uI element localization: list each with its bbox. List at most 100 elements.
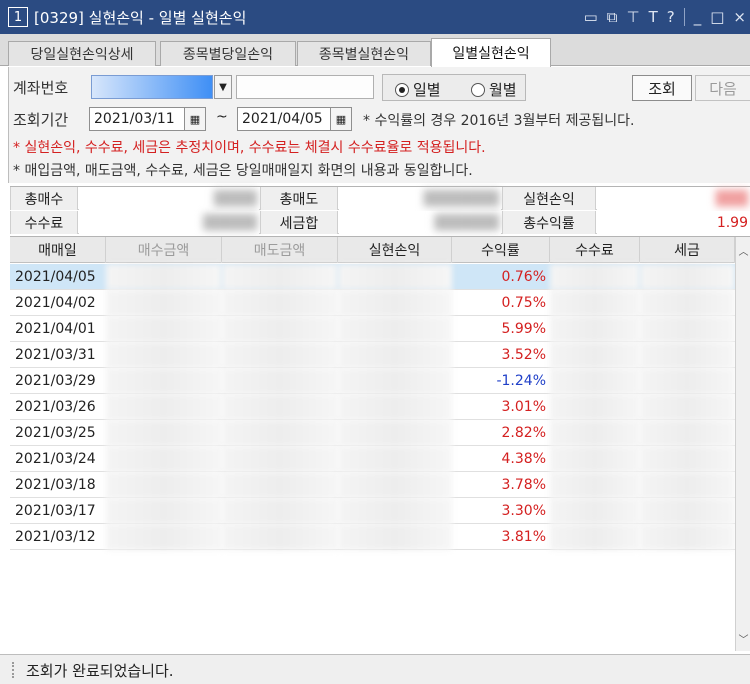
chevron-down-icon: ▼	[219, 81, 227, 93]
tax-cell	[640, 342, 735, 368]
account-dropdown-button[interactable]: ▼	[214, 75, 232, 99]
table-row[interactable]: 2021/03/25 2.82%	[10, 420, 735, 446]
account-label: 계좌번호	[13, 79, 69, 97]
vertical-scrollbar[interactable]: ︿ ﹀	[735, 237, 750, 651]
col-trade-date[interactable]: 매매일	[10, 237, 106, 263]
sell-amount-cell	[222, 394, 338, 420]
tax-cell	[640, 264, 735, 290]
window-title: [0329] 실현손익 - 일별 실현손익	[34, 8, 247, 27]
tile-icon[interactable]: ⧉	[607, 8, 618, 26]
daily-pnl-table[interactable]: 매매일 매수금액 매도금액 실현손익 수익률 수수료 세금 2021/04/05…	[10, 236, 750, 651]
fee-cell	[550, 524, 640, 550]
return-rate-cell: 5.99%	[501, 321, 546, 337]
scroll-up-icon[interactable]: ︿	[736, 241, 750, 259]
table-row[interactable]: 2021/04/05 0.76%	[10, 264, 735, 290]
trade-date-cell: 2021/04/05	[15, 269, 96, 285]
table-row[interactable]: 2021/03/24 4.38%	[10, 446, 735, 472]
table-row[interactable]: 2021/03/31 3.52%	[10, 342, 735, 368]
status-message: 조회가 완료되었습니다.	[26, 662, 174, 680]
minimize-icon[interactable]: _	[694, 8, 702, 26]
trade-date-cell: 2021/03/24	[15, 451, 96, 467]
table-row[interactable]: 2021/03/18 3.78%	[10, 472, 735, 498]
table-row[interactable]: 2021/03/26 3.01%	[10, 394, 735, 420]
table-row[interactable]: 2021/03/29 -1.24%	[10, 368, 735, 394]
radio-daily[interactable]: 일별	[395, 79, 441, 100]
realized-pnl-value: ███	[597, 187, 750, 210]
fee-label: 수수료	[10, 211, 78, 234]
summary-panel: 총매수 ████ 총매도 ███████ 실현손익 ███ 수수료 █████ …	[10, 186, 750, 234]
tax-cell	[640, 420, 735, 446]
window-icon[interactable]: ▭	[584, 8, 598, 26]
date-to-input[interactable]: 2021/04/05	[237, 107, 331, 131]
sell-amount-cell	[222, 290, 338, 316]
table-row[interactable]: 2021/04/01 5.99%	[10, 316, 735, 342]
tax-cell	[640, 394, 735, 420]
fee-cell	[550, 342, 640, 368]
realized-pnl-cell	[338, 368, 452, 394]
tab-daily-realized-pnl[interactable]: 일별실현손익	[431, 38, 551, 67]
table-row[interactable]: 2021/03/17 3.30%	[10, 498, 735, 524]
col-return-rate[interactable]: 수익률	[452, 237, 550, 263]
realized-pnl-cell	[338, 342, 452, 368]
col-fee[interactable]: 수수료	[550, 237, 640, 263]
realized-pnl-label: 실현손익	[502, 187, 596, 210]
realized-pnl-cell	[338, 394, 452, 420]
buy-amount-cell	[106, 316, 222, 342]
query-button[interactable]: 조회	[632, 75, 692, 101]
realized-pnl-cell	[338, 472, 452, 498]
return-rate-cell: 4.38%	[501, 451, 546, 467]
tab-stock-realized-pnl[interactable]: 종목별실현손익	[297, 41, 431, 66]
date-from-input[interactable]: 2021/03/11	[89, 107, 185, 131]
maximize-icon[interactable]: □	[710, 8, 724, 26]
radio-daily-label: 일별	[413, 81, 441, 99]
tab-stock-daily-pnl[interactable]: 종목별당일손익	[160, 41, 296, 66]
realized-pnl-cell	[338, 524, 452, 550]
tab-strip: 당일실현손익상세 종목별당일손익 종목별실현손익 일별실현손익	[0, 34, 750, 67]
buy-amount-cell	[106, 342, 222, 368]
realized-pnl-cell	[338, 316, 452, 342]
tax-cell	[640, 524, 735, 550]
calendar-from-icon[interactable]: ▦	[184, 107, 206, 131]
trade-date-cell: 2021/03/25	[15, 425, 96, 441]
radio-monthly[interactable]: 월별	[471, 79, 517, 100]
resize-grip-icon[interactable]	[12, 662, 16, 678]
tax-total-label: 세금합	[260, 211, 338, 234]
return-rate-cell: 3.52%	[501, 347, 546, 363]
help-icon[interactable]: ?	[667, 8, 675, 26]
text-icon[interactable]: T	[649, 8, 658, 26]
scroll-down-icon[interactable]: ﹀	[736, 629, 750, 647]
buy-amount-cell	[106, 290, 222, 316]
close-icon[interactable]: ×	[733, 8, 746, 26]
return-rate-cell: 3.01%	[501, 399, 546, 415]
fee-cell	[550, 472, 640, 498]
return-rate-cell: 2.82%	[501, 425, 546, 441]
next-button[interactable]: 다음	[695, 75, 750, 101]
trade-date-cell: 2021/04/02	[15, 295, 96, 311]
col-buy-amount[interactable]: 매수금액	[106, 237, 222, 263]
tab-daily-realized-detail[interactable]: 당일실현손익상세	[8, 41, 156, 66]
pin-icon[interactable]: ⊤	[627, 8, 640, 26]
calendar-to-icon[interactable]: ▦	[330, 107, 352, 131]
sell-amount-cell	[222, 342, 338, 368]
col-sell-amount[interactable]: 매도금액	[222, 237, 338, 263]
total-sell-label: 총매도	[260, 187, 338, 210]
realized-pnl-cell	[338, 498, 452, 524]
summary-row-2: 수수료 █████ 세금합 ██████ 총수익률 1.99	[10, 211, 750, 234]
table-row[interactable]: 2021/03/12 3.81%	[10, 524, 735, 550]
return-rate-cell: 0.76%	[501, 269, 546, 285]
realized-pnl-cell	[338, 420, 452, 446]
tax-cell	[640, 446, 735, 472]
tax-total-value: ██████	[339, 211, 501, 234]
account-number-input[interactable]	[91, 75, 213, 99]
trade-date-cell: 2021/04/01	[15, 321, 96, 337]
trade-date-cell: 2021/03/29	[15, 373, 96, 389]
col-tax[interactable]: 세금	[640, 237, 735, 263]
buy-amount-cell	[106, 446, 222, 472]
title-bar: 1 [0329] 실현손익 - 일별 실현손익 ▭ ⧉ ⊤ T ? _ □ ×	[0, 0, 750, 34]
query-form: 계좌번호 ▼ 일별 월별 조회 다음 조회기간 2021/03/11 ▦ ~ 2…	[8, 67, 750, 183]
sell-amount-cell	[222, 316, 338, 342]
table-row[interactable]: 2021/04/02 0.75%	[10, 290, 735, 316]
col-realized-pnl[interactable]: 실현손익	[338, 237, 452, 263]
tax-cell	[640, 316, 735, 342]
total-buy-value: ████	[79, 187, 259, 210]
